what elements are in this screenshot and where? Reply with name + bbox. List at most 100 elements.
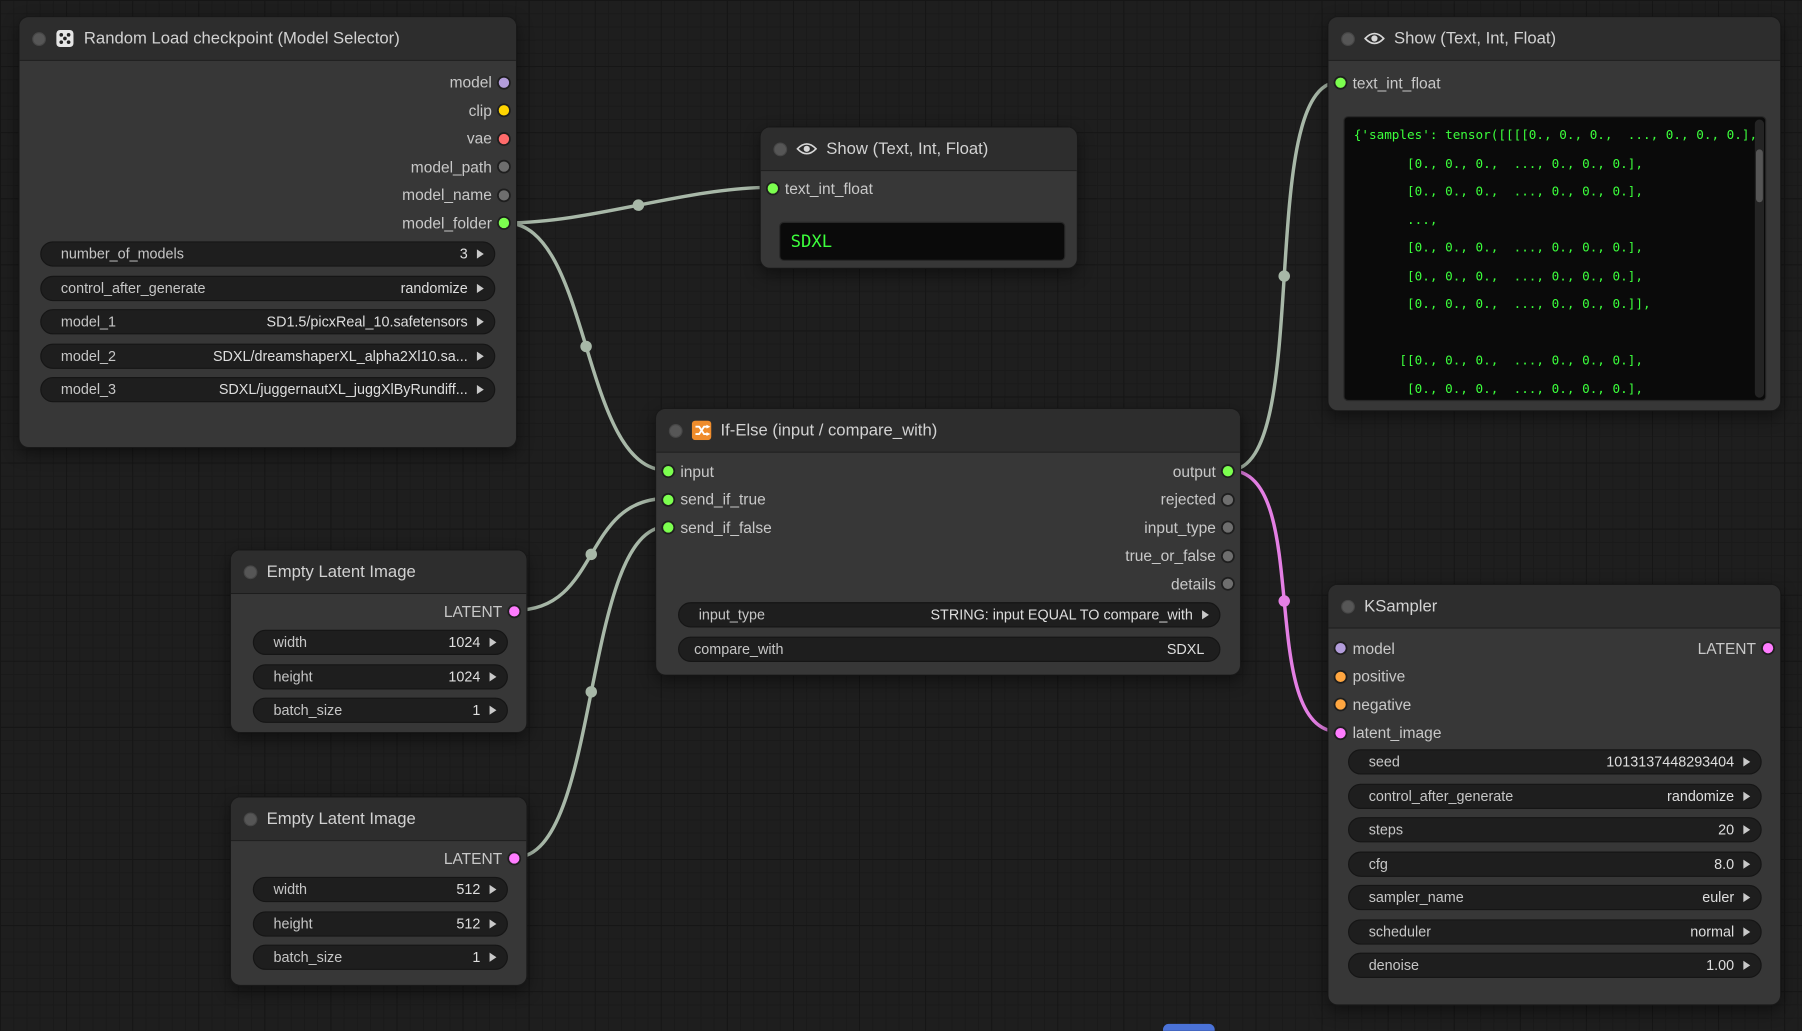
output-dot-vae[interactable] xyxy=(499,134,509,144)
node-title: Show (Text, Int, Float) xyxy=(1394,29,1556,47)
collapse-dot[interactable] xyxy=(773,142,787,156)
widget-scheduler[interactable]: scheduler normal xyxy=(1348,919,1762,944)
input-dot-input[interactable] xyxy=(663,466,673,476)
collapse-dot[interactable] xyxy=(1341,599,1355,613)
increment-arrow[interactable] xyxy=(490,953,497,962)
output-dot-details[interactable] xyxy=(1223,579,1233,589)
shuffle-icon xyxy=(692,421,712,441)
node-title: Empty Latent Image xyxy=(267,810,416,828)
widget-sampler-name[interactable]: sampler_name euler xyxy=(1348,885,1762,910)
node-header[interactable]: Show (Text, Int, Float) xyxy=(1328,17,1780,61)
widget-seed[interactable]: seed 1013137448293404 xyxy=(1348,749,1762,774)
increment-arrow[interactable] xyxy=(1743,961,1750,970)
node-header[interactable]: Random Load checkpoint (Model Selector) xyxy=(20,17,516,61)
increment-arrow[interactable] xyxy=(477,385,484,394)
widget-model-3[interactable]: model_3 SDXL/juggernautXL_juggXlByRundif… xyxy=(40,377,495,402)
node-if-else[interactable]: If-Else (input / compare_with) input sen… xyxy=(655,408,1241,676)
collapse-dot[interactable] xyxy=(669,423,683,437)
widget-batch-size[interactable]: batch_size 1 xyxy=(253,945,508,970)
output-dot-latent[interactable] xyxy=(509,854,519,864)
output-dot-latent[interactable] xyxy=(509,606,519,616)
output-dot-output[interactable] xyxy=(1223,466,1233,476)
increment-arrow[interactable] xyxy=(1743,893,1750,902)
output-dot-model-path[interactable] xyxy=(499,162,509,172)
widget-compare-with[interactable]: compare_with SDXL xyxy=(678,636,1220,661)
widget-value: normal xyxy=(1690,923,1734,939)
widget-width[interactable]: width 512 xyxy=(253,877,508,902)
widget-control-after-generate[interactable]: control_after_generate randomize xyxy=(40,275,495,300)
input-dot-negative[interactable] xyxy=(1335,700,1345,710)
output-dot-latent[interactable] xyxy=(1763,643,1773,653)
widget-batch-size[interactable]: batch_size 1 xyxy=(253,698,508,723)
node-header[interactable]: Empty Latent Image xyxy=(231,550,526,594)
increment-arrow[interactable] xyxy=(490,919,497,928)
output-dot-clip[interactable] xyxy=(499,105,509,115)
increment-arrow[interactable] xyxy=(1743,757,1750,766)
widget-number-of-models[interactable]: number_of_models 3 xyxy=(40,241,495,266)
increment-arrow[interactable] xyxy=(477,249,484,258)
widget-model-2[interactable]: model_2 SDXL/dreamshaperXL_alpha2Xl10.sa… xyxy=(40,343,495,368)
tensor-display[interactable]: {'samples': tensor([[[[0., 0., 0., ..., … xyxy=(1343,116,1766,401)
increment-arrow[interactable] xyxy=(1743,791,1750,800)
node-title: If-Else (input / compare_with) xyxy=(721,421,938,439)
node-empty-latent-512[interactable]: Empty Latent Image LATENT width 512 heig… xyxy=(230,796,528,986)
collapse-dot[interactable] xyxy=(244,565,258,579)
node-random-load-checkpoint[interactable]: Random Load checkpoint (Model Selector) … xyxy=(18,16,517,448)
offscreen-node-top[interactable] xyxy=(1163,1024,1215,1031)
node-show-text-small[interactable]: Show (Text, Int, Float) text_int_float S… xyxy=(760,126,1078,269)
output-slot-rejected: rejected xyxy=(948,486,1240,514)
widget-label: cfg xyxy=(1369,856,1388,872)
collapse-dot[interactable] xyxy=(244,812,258,826)
increment-arrow[interactable] xyxy=(477,351,484,360)
widget-steps[interactable]: steps 20 xyxy=(1348,817,1762,842)
increment-arrow[interactable] xyxy=(477,317,484,326)
widget-height[interactable]: height 1024 xyxy=(253,664,508,689)
widget-denoise[interactable]: denoise 1.00 xyxy=(1348,953,1762,978)
output-dot-rejected[interactable] xyxy=(1223,494,1233,504)
widget-model-1[interactable]: model_1 SD1.5/picxReal_10.safetensors xyxy=(40,309,495,334)
input-dot-send-if-true[interactable] xyxy=(663,494,673,504)
node-header[interactable]: Show (Text, Int, Float) xyxy=(761,128,1077,172)
node-header[interactable]: If-Else (input / compare_with) xyxy=(656,409,1240,453)
increment-arrow[interactable] xyxy=(477,283,484,292)
output-dot-model-folder[interactable] xyxy=(499,218,509,228)
output-dot-input-type[interactable] xyxy=(1223,523,1233,533)
input-dot-send-if-false[interactable] xyxy=(663,523,673,533)
input-dot-text-int-float[interactable] xyxy=(1335,78,1345,88)
increment-arrow[interactable] xyxy=(1743,927,1750,936)
text-display[interactable]: SDXL xyxy=(779,222,1065,261)
widget-width[interactable]: width 1024 xyxy=(253,630,508,655)
scrollbar-track[interactable] xyxy=(1755,120,1764,398)
widget-control-after-generate[interactable]: control_after_generate randomize xyxy=(1348,783,1762,808)
input-dot-model[interactable] xyxy=(1335,643,1345,653)
increment-arrow[interactable] xyxy=(1202,610,1209,619)
slot-label: latent_image xyxy=(1353,724,1442,741)
widget-label: model_1 xyxy=(61,314,116,330)
output-dot-true-or-false[interactable] xyxy=(1223,551,1233,561)
collapse-dot[interactable] xyxy=(32,32,46,46)
link-midpoint-dot xyxy=(1278,595,1289,606)
increment-arrow[interactable] xyxy=(490,638,497,647)
node-header[interactable]: KSampler xyxy=(1328,585,1780,629)
widget-cfg[interactable]: cfg 8.0 xyxy=(1348,851,1762,876)
node-show-text-large[interactable]: Show (Text, Int, Float) text_int_float {… xyxy=(1327,16,1781,411)
increment-arrow[interactable] xyxy=(1743,859,1750,868)
input-dot-text-int-float[interactable] xyxy=(768,184,778,194)
node-header[interactable]: Empty Latent Image xyxy=(231,798,526,842)
scrollbar-thumb[interactable] xyxy=(1756,149,1763,202)
node-graph-canvas[interactable]: Random Load checkpoint (Model Selector) … xyxy=(0,0,1802,1031)
increment-arrow[interactable] xyxy=(1743,825,1750,834)
output-dot-model-name[interactable] xyxy=(499,190,509,200)
increment-arrow[interactable] xyxy=(490,672,497,681)
collapse-dot[interactable] xyxy=(1341,32,1355,46)
output-dot-model[interactable] xyxy=(499,77,509,87)
increment-arrow[interactable] xyxy=(490,885,497,894)
widget-height[interactable]: height 512 xyxy=(253,911,508,936)
slot-label: text_int_float xyxy=(785,180,873,197)
node-ksampler[interactable]: KSampler model positive negative lat xyxy=(1327,584,1781,1006)
input-dot-positive[interactable] xyxy=(1335,671,1345,681)
input-dot-latent-image[interactable] xyxy=(1335,728,1345,738)
widget-input-type[interactable]: input_type STRING: input EQUAL TO compar… xyxy=(678,602,1220,627)
node-empty-latent-1024[interactable]: Empty Latent Image LATENT width 1024 hei… xyxy=(230,549,528,733)
increment-arrow[interactable] xyxy=(490,706,497,715)
